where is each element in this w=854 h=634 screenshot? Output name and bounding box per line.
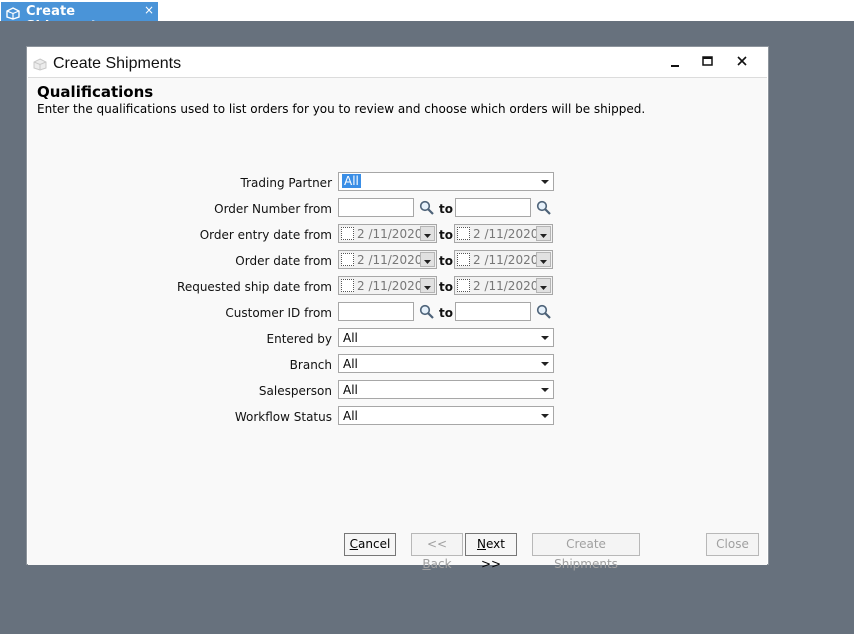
- close-icon[interactable]: ×: [144, 3, 154, 17]
- page-description: Enter the qualifications used to list or…: [37, 102, 646, 116]
- date-value: 2 /11/2020: [473, 227, 539, 241]
- salesperson-value: All: [343, 383, 358, 397]
- trading-partner-label: Trading Partner: [240, 176, 332, 190]
- minimize-button[interactable]: [660, 51, 690, 73]
- order-date-to-picker[interactable]: 2 /11/2020: [454, 250, 553, 269]
- chevron-down-icon[interactable]: [536, 226, 551, 241]
- cancel-button[interactable]: Cancel: [344, 533, 396, 556]
- close-button[interactable]: Close: [706, 533, 759, 556]
- page-title: Qualifications: [37, 83, 154, 101]
- close-window-button[interactable]: [727, 51, 757, 73]
- window-title: Create Shipments: [53, 55, 182, 72]
- to-label: to: [439, 254, 453, 268]
- to-label: to: [439, 228, 453, 242]
- tab-create-shipments[interactable]: Create Shipments ×: [1, 2, 158, 34]
- chevron-down-icon[interactable]: [537, 407, 553, 424]
- tab-strip: Create Shipments ×: [0, 0, 854, 34]
- requested-ship-date-label: Requested ship date from: [177, 280, 332, 294]
- branch-label: Branch: [289, 358, 332, 372]
- to-label: to: [439, 202, 453, 216]
- search-icon[interactable]: [419, 200, 435, 216]
- create-shipments-button[interactable]: Create Shipments: [532, 533, 640, 571]
- workflow-status-label: Workflow Status: [234, 410, 332, 424]
- trading-partner-value: All: [342, 174, 361, 188]
- date-enable-checkbox[interactable]: [457, 253, 470, 266]
- customer-id-from-input[interactable]: [338, 302, 414, 321]
- order-number-label: Order Number from: [214, 202, 332, 216]
- requested-ship-date-to-picker[interactable]: 2 /11/2020: [454, 276, 553, 295]
- back-prefix: <<: [426, 537, 448, 551]
- branch-select[interactable]: All: [338, 354, 554, 373]
- entered-by-value: All: [343, 331, 358, 345]
- order-date-from-picker[interactable]: 2 /11/2020: [338, 250, 437, 269]
- chevron-down-icon[interactable]: [537, 173, 553, 190]
- branch-value: All: [343, 357, 358, 371]
- back-mnemonic: B: [422, 557, 431, 571]
- entered-by-select[interactable]: All: [338, 328, 554, 347]
- date-enable-checkbox[interactable]: [341, 279, 354, 292]
- to-label: to: [439, 280, 453, 294]
- next-button[interactable]: Next >>: [465, 533, 517, 571]
- cancel-mnemonic: C: [349, 537, 359, 551]
- chevron-down-icon[interactable]: [420, 252, 435, 267]
- next-mnemonic: N: [477, 537, 486, 551]
- qualifications-panel: Qualifications Enter the qualifications …: [28, 77, 767, 571]
- order-entry-date-label: Order entry date from: [199, 228, 332, 242]
- package-icon: [33, 56, 47, 75]
- date-value: 2 /11/2020: [473, 279, 539, 293]
- chevron-down-icon[interactable]: [536, 278, 551, 293]
- workflow-status-value: All: [343, 409, 358, 423]
- search-icon[interactable]: [536, 304, 552, 320]
- date-enable-checkbox[interactable]: [341, 227, 354, 240]
- to-label: to: [439, 306, 453, 320]
- date-enable-checkbox[interactable]: [457, 227, 470, 240]
- cancel-label: ancel: [358, 537, 391, 551]
- date-enable-checkbox[interactable]: [341, 253, 354, 266]
- workflow-status-select[interactable]: All: [338, 406, 554, 425]
- entered-by-label: Entered by: [266, 332, 332, 346]
- chevron-down-icon[interactable]: [537, 381, 553, 398]
- date-enable-checkbox[interactable]: [457, 279, 470, 292]
- date-value: 2 /11/2020: [357, 253, 423, 267]
- order-number-from-input[interactable]: [338, 198, 414, 217]
- create-shipments-window: Create Shipments Qualifications Enter th…: [26, 46, 769, 571]
- maximize-button[interactable]: [692, 51, 722, 73]
- window-titlebar[interactable]: Create Shipments: [27, 47, 768, 77]
- chevron-down-icon[interactable]: [537, 355, 553, 372]
- chevron-down-icon[interactable]: [420, 226, 435, 241]
- search-icon[interactable]: [536, 200, 552, 216]
- customer-id-to-input[interactable]: [455, 302, 531, 321]
- date-value: 2 /11/2020: [357, 227, 423, 241]
- salesperson-select[interactable]: All: [338, 380, 554, 399]
- order-date-label: Order date from: [235, 254, 332, 268]
- salesperson-label: Salesperson: [258, 384, 332, 398]
- back-label: ack: [430, 557, 452, 571]
- date-value: 2 /11/2020: [473, 253, 539, 267]
- back-button[interactable]: << Back: [411, 533, 463, 571]
- search-icon[interactable]: [419, 304, 435, 320]
- chevron-down-icon[interactable]: [536, 252, 551, 267]
- order-entry-date-to-picker[interactable]: 2 /11/2020: [454, 224, 553, 243]
- chevron-down-icon[interactable]: [537, 329, 553, 346]
- trading-partner-select[interactable]: All: [338, 172, 554, 191]
- chevron-down-icon[interactable]: [420, 278, 435, 293]
- date-value: 2 /11/2020: [357, 279, 423, 293]
- order-entry-date-from-picker[interactable]: 2 /11/2020: [338, 224, 437, 243]
- order-number-to-input[interactable]: [455, 198, 531, 217]
- requested-ship-date-from-picker[interactable]: 2 /11/2020: [338, 276, 437, 295]
- customer-id-label: Customer ID from: [225, 306, 332, 320]
